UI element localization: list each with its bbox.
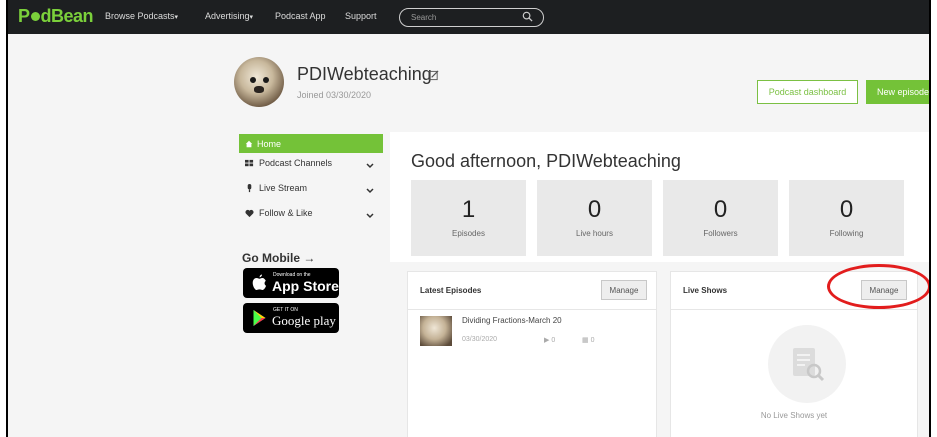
logo-text: dBean: [40, 6, 94, 26]
sidebar-item-label: Live Stream: [259, 183, 308, 193]
nav-advertising[interactable]: Advertising▾: [205, 11, 253, 21]
top-navbar: PdBean Browse Podcasts▾ Advertising▾ Pod…: [8, 0, 929, 34]
manage-episodes-button[interactable]: Manage: [601, 280, 647, 300]
stat-live-hours[interactable]: 0 Live hours: [537, 180, 652, 256]
stat-label: Episodes: [452, 229, 485, 238]
chevron-down-icon[interactable]: [366, 213, 374, 219]
episode-thumbnail[interactable]: [420, 316, 452, 346]
logo-dot-icon: [30, 12, 40, 21]
play-icon: ▶: [544, 337, 550, 344]
nav-label: Support: [345, 11, 377, 21]
app-window: PdBean Browse Podcasts▾ Advertising▾ Pod…: [6, 0, 931, 437]
profile-username: PDIWebteaching: [297, 64, 432, 84]
logo-letter: P: [18, 6, 30, 26]
nav-label: Advertising: [205, 11, 250, 21]
caret-down-icon: ▾: [249, 14, 254, 21]
comments-count: 0: [590, 337, 595, 344]
home-icon: [245, 140, 253, 147]
sidebar-item-label: Follow & Like: [259, 208, 313, 218]
nav-label: Podcast App: [275, 11, 326, 21]
microphone-icon: [247, 183, 252, 192]
nav-support[interactable]: Support: [345, 11, 377, 21]
sidebar-item-label: Podcast Channels: [259, 158, 333, 168]
plays-count: 0: [551, 337, 556, 344]
empty-state-illustration: [768, 325, 846, 403]
joined-date: Joined 03/30/2020: [297, 90, 372, 100]
stat-value: 0: [839, 196, 854, 223]
edit-icon[interactable]: [428, 70, 439, 81]
apple-icon: [252, 274, 267, 290]
nav-browse-podcasts[interactable]: Browse Podcasts▾: [105, 11, 178, 21]
sidebar-item-label: Home: [257, 138, 282, 149]
empty-state-text: No Live Shows yet: [760, 411, 828, 420]
stat-label: Following: [829, 229, 864, 238]
store-title: Google play: [272, 313, 336, 328]
stat-value: 0: [713, 196, 728, 223]
stat-following[interactable]: 0 Following: [789, 180, 904, 256]
chevron-down-icon[interactable]: [366, 163, 374, 169]
sidebar-item-home[interactable]: Home: [239, 134, 383, 153]
sidebar-item-follow-like[interactable]: Follow & Like: [245, 208, 313, 218]
heart-icon: [245, 209, 254, 217]
stat-followers[interactable]: 0 Followers: [663, 180, 778, 256]
document-search-icon: [793, 348, 825, 382]
annotation-circle: [827, 264, 929, 309]
app-store-button[interactable]: Download on the App Store: [243, 268, 339, 298]
stat-label: Followers: [703, 229, 738, 238]
stat-value: 1: [461, 196, 476, 223]
caret-down-icon: ▾: [174, 14, 179, 21]
sidebar-item-podcast-channels[interactable]: Podcast Channels: [245, 158, 332, 168]
avatar-eye: [263, 77, 269, 83]
greeting-heading: Good afternoon, PDIWebteaching: [411, 151, 681, 171]
card-header: Latest Episodes Manage: [408, 272, 656, 310]
nav-label: Browse Podcasts: [105, 11, 175, 21]
go-mobile-heading: Go Mobile →: [242, 251, 316, 265]
episode-comments: ▦ 0: [582, 336, 594, 344]
nav-podcast-app[interactable]: Podcast App: [275, 11, 326, 21]
stat-episodes[interactable]: 1 Episodes: [411, 180, 526, 256]
avatar-nose: [254, 86, 264, 93]
episode-plays: ▶ 0: [544, 336, 555, 344]
episode-date: 03/30/2020: [462, 336, 498, 343]
search-input[interactable]: Search: [399, 8, 544, 27]
chevron-down-icon[interactable]: [366, 188, 374, 194]
new-episode-button[interactable]: New episode: [866, 80, 929, 104]
grid-icon: [245, 159, 254, 166]
podbean-logo[interactable]: PdBean: [18, 6, 94, 27]
comment-icon: ▦: [582, 337, 589, 344]
latest-episodes-card: Latest Episodes Manage Dividing Fraction…: [407, 271, 657, 437]
podcast-dashboard-button[interactable]: Podcast dashboard: [757, 80, 858, 104]
stat-value: 0: [587, 196, 602, 223]
sidebar-item-live-stream[interactable]: Live Stream: [245, 183, 307, 193]
google-play-icon: [253, 310, 266, 326]
search-icon[interactable]: [522, 11, 533, 22]
store-title: App Store: [272, 278, 339, 294]
card-title: Live Shows: [683, 286, 728, 295]
stat-label: Live hours: [576, 229, 613, 238]
episode-title-link[interactable]: Dividing Fractions-March 20: [462, 316, 562, 325]
search-placeholder: Search: [411, 13, 437, 22]
card-title: Latest Episodes: [420, 286, 482, 295]
avatar[interactable]: [234, 57, 284, 107]
google-play-button[interactable]: GET IT ON Google play: [243, 303, 339, 333]
avatar-eye: [250, 77, 256, 83]
